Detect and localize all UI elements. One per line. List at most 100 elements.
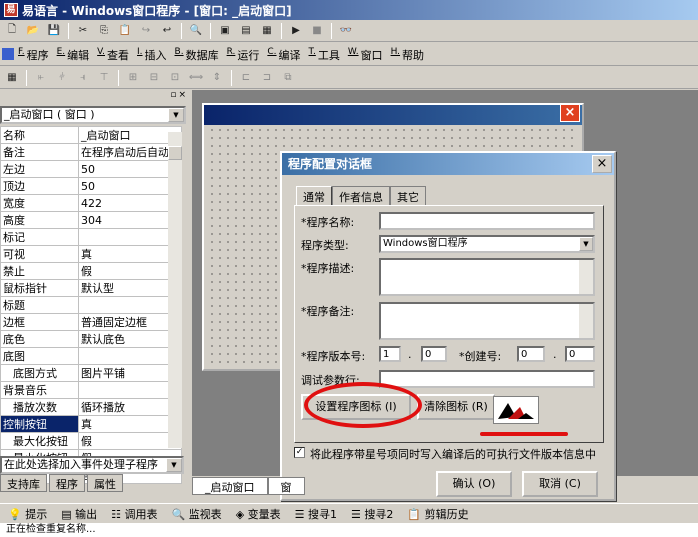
copy-icon[interactable]: ⎘ (95, 22, 113, 39)
save-icon[interactable]: 💾 (45, 22, 63, 39)
menu-run[interactable]: R. 运行 (227, 47, 260, 63)
align-right-icon[interactable]: ⫣ (74, 69, 92, 86)
tab-startup-window[interactable]: _启动窗口 (192, 477, 268, 495)
tab-call-table[interactable]: ☷ 调用表 (111, 506, 157, 522)
tab-properties[interactable]: 属性 (87, 474, 123, 492)
space-vertical-icon[interactable]: ⇕ (208, 69, 226, 86)
table-row[interactable]: 顶边 50 (0, 177, 182, 195)
close-panel-icon[interactable]: × (178, 90, 186, 104)
table-row[interactable]: 备注 在程序启动后自动 (0, 143, 182, 161)
find-icon[interactable]: 🔍 (187, 22, 205, 39)
tab-search-1[interactable]: ☰ 搜寻1 (295, 506, 337, 522)
layout-full-icon[interactable]: ▣ (216, 22, 234, 39)
build-major-input[interactable]: 0 (517, 346, 545, 362)
table-row[interactable]: 名称 _启动窗口 (0, 126, 182, 144)
table-row[interactable]: 禁止假 (0, 262, 182, 280)
tab-hint[interactable]: 💡 提示 (8, 506, 47, 522)
menu-view[interactable]: V. 查看 (97, 47, 129, 63)
binoculars-icon[interactable]: 👓 (337, 22, 355, 39)
tab-window-2[interactable]: 窗 (267, 477, 305, 495)
build-minor-input[interactable]: 0 (565, 346, 595, 362)
version-minor-input[interactable]: 0 (421, 346, 447, 362)
menu-edit[interactable]: E. 编辑 (57, 47, 90, 63)
scroll-thumb[interactable] (168, 146, 182, 160)
table-row[interactable]: 播放次数 循环播放 (0, 398, 182, 416)
undo-icon[interactable]: ↩ (158, 22, 176, 39)
same-height-icon[interactable]: ⊟ (145, 69, 163, 86)
desc-scrollbar[interactable] (579, 260, 593, 294)
chevron-down-icon[interactable]: ▼ (579, 237, 593, 251)
layout-grid-icon[interactable]: ▦ (258, 22, 276, 39)
tab-program[interactable]: 程序 (49, 474, 85, 492)
align-center-icon[interactable]: ⫩ (53, 69, 71, 86)
event-selector[interactable]: 在此处选择加入事件处理子程序 ▼ (0, 456, 184, 474)
tab-output[interactable]: ▤ 输出 (61, 506, 97, 522)
menu-window[interactable]: W. 窗口 (348, 47, 383, 63)
write-version-checkbox[interactable]: ✓ (294, 447, 305, 458)
layout-split-icon[interactable]: ▤ (237, 22, 255, 39)
tab-search-2[interactable]: ☰ 搜寻2 (351, 506, 393, 522)
same-width-icon[interactable]: ⊞ (124, 69, 142, 86)
table-row[interactable]: 底图方式 图片平铺 (0, 364, 182, 382)
chevron-down-icon[interactable]: ▼ (166, 458, 182, 472)
table-row[interactable]: 可视真 (0, 245, 182, 263)
table-row[interactable]: 鼠标指针 默认型 (0, 279, 182, 297)
tab-watch-table[interactable]: 🔍 监视表 (171, 506, 221, 522)
table-row[interactable]: 最大化按钮假 (0, 432, 182, 450)
tab-other[interactable]: 其它 (390, 186, 426, 206)
space-horizontal-icon[interactable]: ⟺ (187, 69, 205, 86)
program-type-select[interactable]: Windows窗口程序 ▼ (379, 235, 595, 253)
program-note-textarea[interactable] (379, 302, 595, 340)
table-row[interactable]: 标记 (0, 228, 182, 246)
program-config-dialog: 程序配置对话框 × 通常 作者信息 其它 *程序名称: 程序类型: Window… (280, 151, 616, 501)
menu-insert[interactable]: I. 插入 (137, 47, 167, 63)
table-row[interactable]: 底图 (0, 347, 182, 365)
redo-icon[interactable]: ↪ (137, 22, 155, 39)
table-row[interactable]: 背景音乐 (0, 381, 182, 399)
align-top-icon[interactable]: ⊤ (95, 69, 113, 86)
clear-icon-button[interactable]: 清除图标 (R) (417, 394, 495, 420)
menu-compile[interactable]: C. 编译 (267, 47, 300, 63)
debug-params-input[interactable] (379, 370, 595, 388)
center-vertical-icon[interactable]: ⊐ (258, 69, 276, 86)
paste-icon[interactable]: 📋 (116, 22, 134, 39)
program-name-input[interactable] (379, 212, 595, 230)
new-file-icon[interactable]: 🗋 (3, 22, 21, 39)
property-scrollbar[interactable] (168, 132, 182, 448)
center-horizontal-icon[interactable]: ⊏ (237, 69, 255, 86)
window-title-bar: 易 易语言 - Windows窗口程序 - [窗口: _启动窗口] (0, 0, 698, 20)
tab-general[interactable]: 通常 (296, 186, 332, 206)
tab-support-library[interactable]: 支持库 (0, 474, 47, 492)
table-row[interactable]: 高度 304 (0, 211, 182, 229)
table-row[interactable]: 底色 默认底色 (0, 330, 182, 348)
menu-program[interactable]: F. 程序 (18, 47, 49, 63)
minimize-panel-icon[interactable]: ▫ (170, 90, 176, 104)
table-row[interactable]: 标题 (0, 296, 182, 314)
table-row[interactable]: 宽度 422 (0, 194, 182, 212)
chevron-down-icon[interactable]: ▼ (168, 108, 184, 122)
cut-icon[interactable]: ✂ (74, 22, 92, 39)
grid-icon[interactable]: ▦ (3, 69, 21, 86)
tab-author-info[interactable]: 作者信息 (332, 186, 390, 206)
align-left-icon[interactable]: ⫦ (32, 69, 50, 86)
stop-icon[interactable]: ■ (308, 22, 326, 39)
program-desc-textarea[interactable] (379, 258, 595, 296)
menu-help[interactable]: H. 帮助 (391, 47, 424, 63)
menu-database[interactable]: B. 数据库 (175, 47, 219, 63)
menu-tools[interactable]: T. 工具 (309, 47, 340, 63)
form-close-icon[interactable]: × (560, 104, 580, 122)
bring-front-icon[interactable]: ⧉ (279, 69, 297, 86)
same-size-icon[interactable]: ⊡ (166, 69, 184, 86)
editor-tabs: _启动窗口 窗 (192, 477, 698, 495)
open-file-icon[interactable]: 📂 (24, 22, 42, 39)
table-row[interactable]: 边框 普通固定边框 (0, 313, 182, 331)
run-icon[interactable]: ▶ (287, 22, 305, 39)
table-row[interactable]: 左边 50 (0, 160, 182, 178)
version-major-input[interactable]: 1 (379, 346, 401, 362)
tab-variable-table[interactable]: ◈ 变量表 (236, 506, 281, 522)
tab-clip-history[interactable]: 📋 剪辑历史 (407, 506, 468, 522)
dialog-close-icon[interactable]: × (592, 155, 612, 173)
object-selector[interactable]: _启动窗口 ( 窗口 ) ▼ (0, 106, 186, 124)
note-scrollbar[interactable] (579, 304, 593, 338)
table-row[interactable]: 控制按钮真 (0, 415, 182, 433)
